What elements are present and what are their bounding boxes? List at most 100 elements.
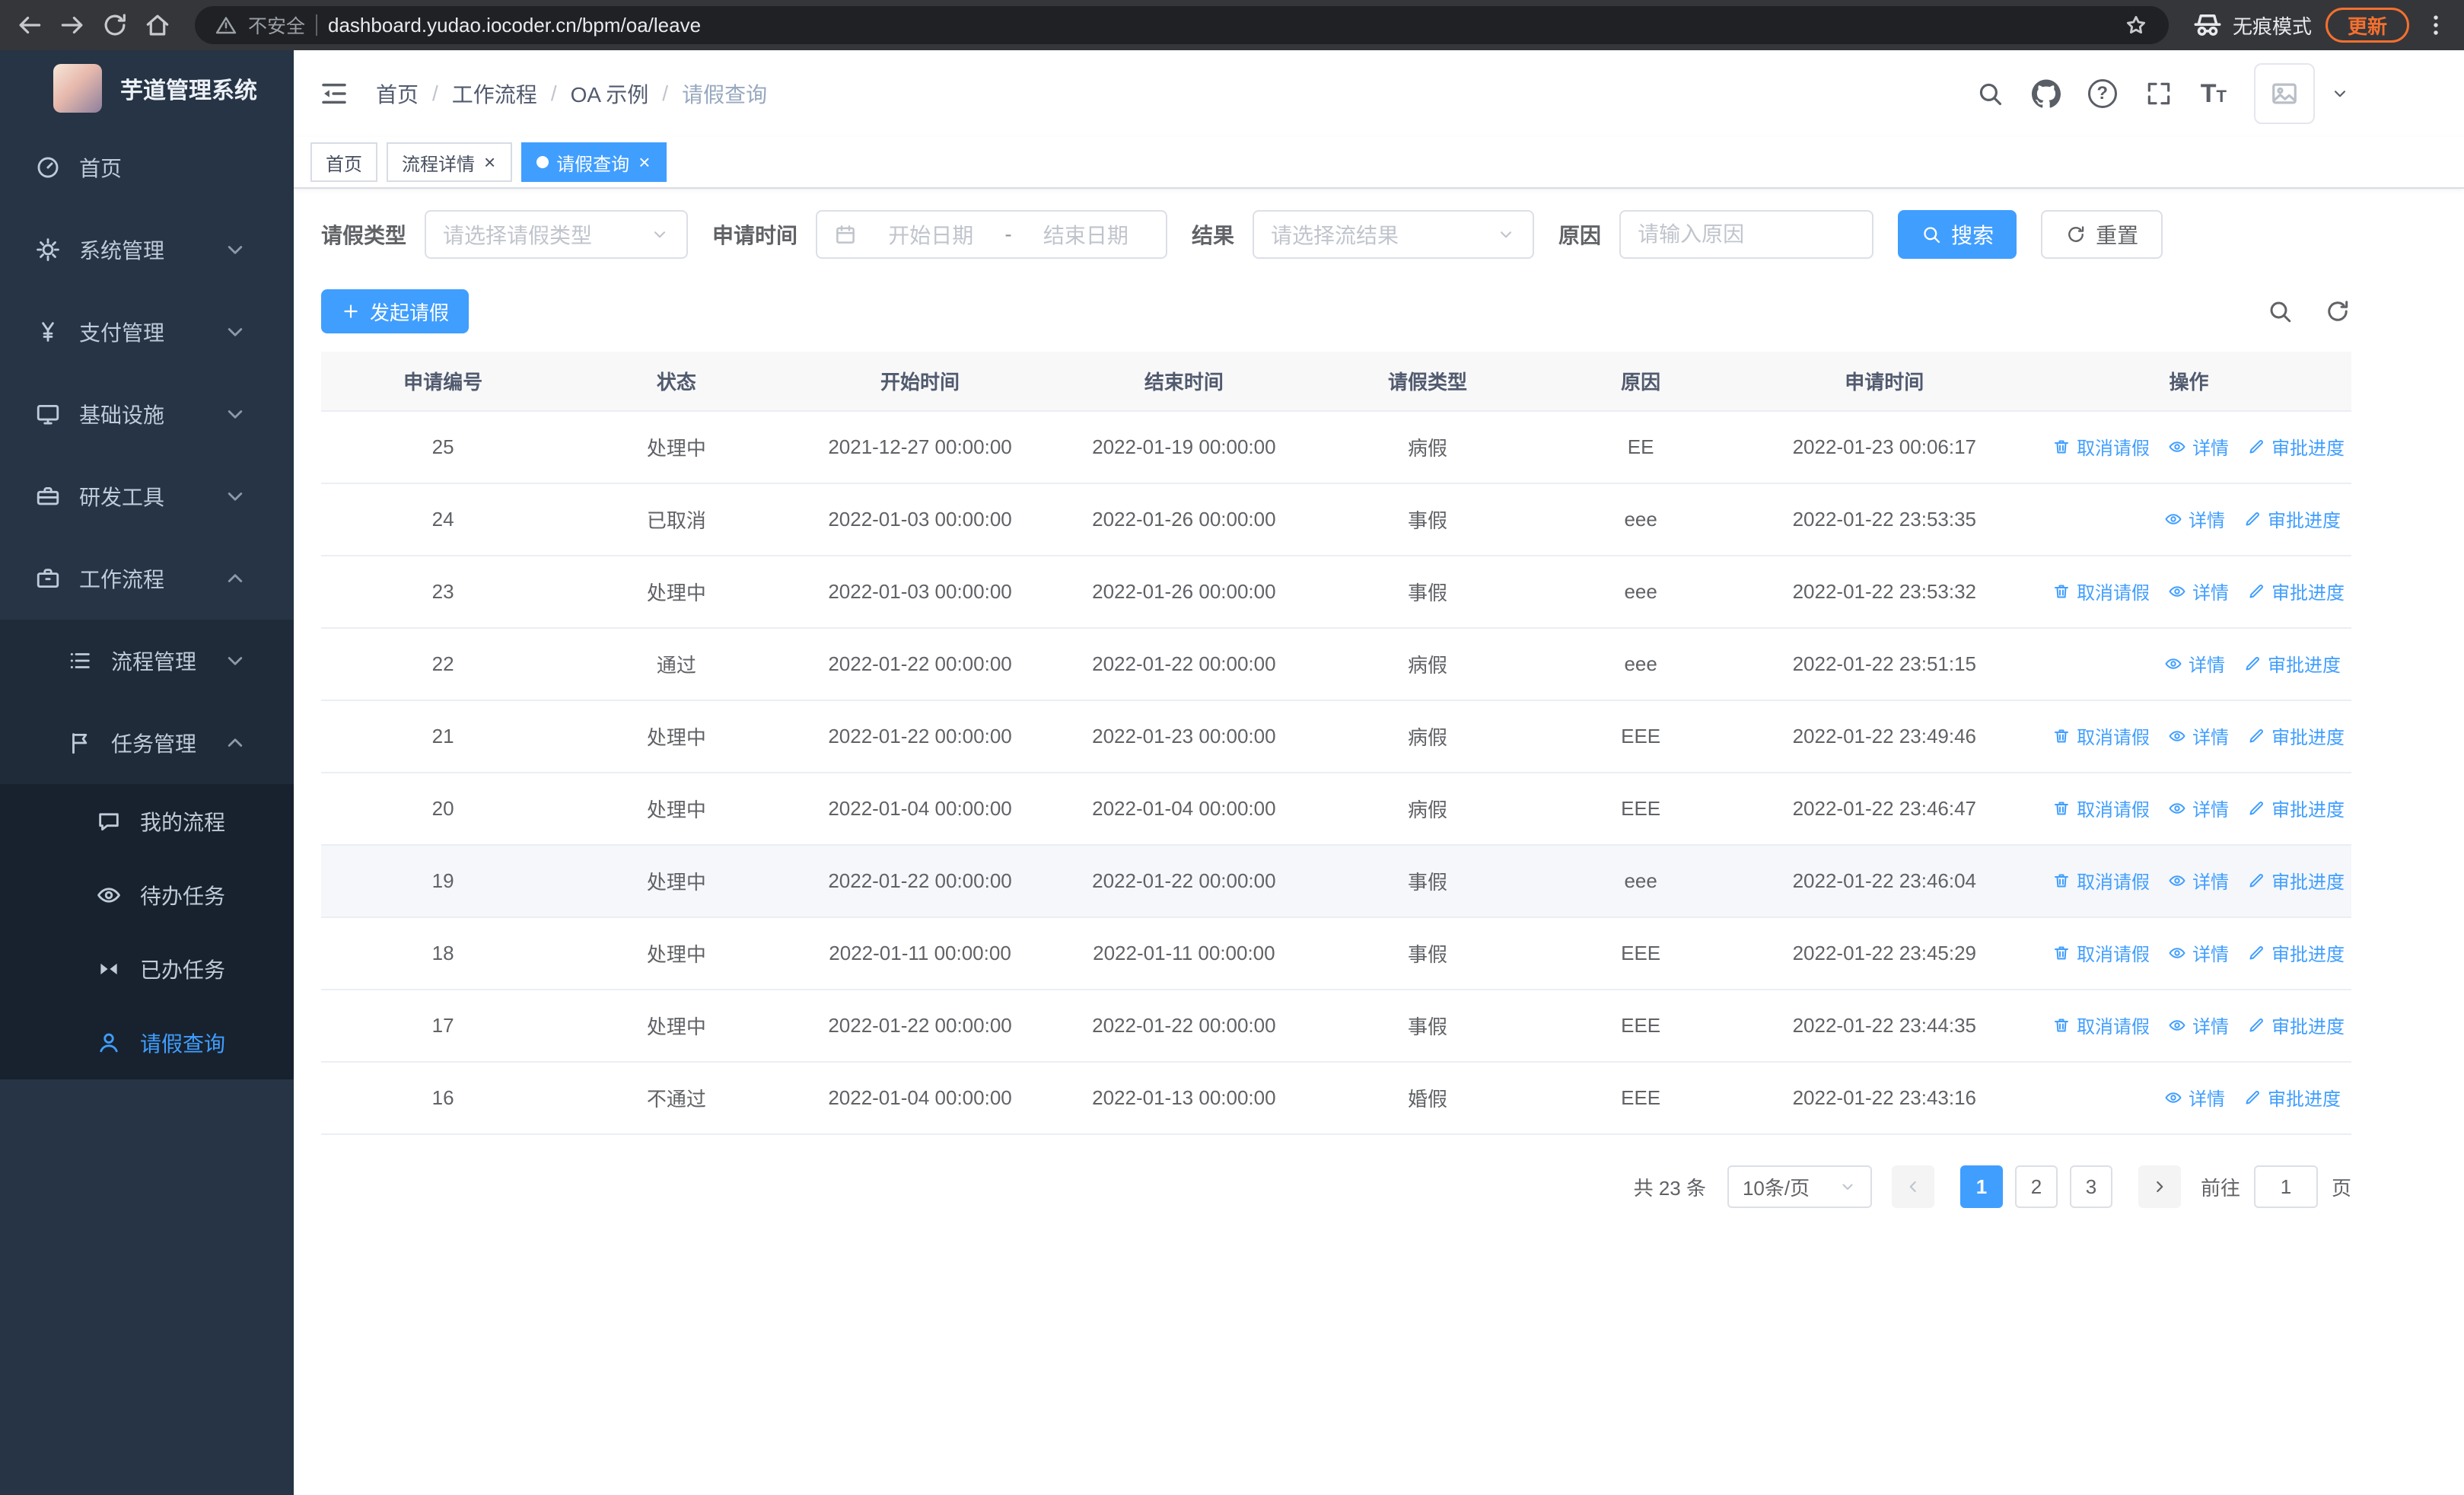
cancel-leave-link[interactable]: 取消请假 [2052,578,2150,604]
create-leave-button[interactable]: 发起请假 [321,289,470,333]
sidebar-item-leave-query[interactable]: 请假查询 [0,1006,294,1079]
eye-icon [2168,438,2186,456]
detail-link[interactable]: 详情 [2168,939,2229,966]
leave-type-select[interactable]: 请选择请假类型 [425,210,689,259]
breadcrumb-item-1[interactable]: 工作流程 [452,78,537,109]
result-filter: 结果 请选择流结果 [1192,210,1535,259]
next-page-button[interactable] [2138,1165,2181,1208]
detail-link[interactable]: 详情 [2168,1012,2229,1038]
detail-link[interactable]: 详情 [2168,433,2229,460]
reset-button[interactable]: 重置 [2041,210,2163,259]
user-menu-caret-icon[interactable] [2330,84,2350,104]
search-button[interactable]: 搜索 [1898,210,2017,259]
header-search-icon[interactable] [1975,79,2004,108]
cancel-leave-link[interactable]: 取消请假 [2052,939,2150,966]
result-select[interactable]: 请选择流结果 [1253,210,1535,259]
goto-page-input[interactable] [2253,1165,2318,1208]
sidebar-item-my-processes[interactable]: 我的流程 [0,784,294,858]
font-size-icon[interactable]: TT [2201,79,2227,109]
approval-progress-link[interactable]: 审批进度 [2243,1084,2341,1111]
approval-progress-link[interactable]: 审批进度 [2247,578,2345,604]
page-button-3[interactable]: 3 [2069,1165,2112,1208]
table-row-16[interactable]: 16 不通过 2022-01-04 00:00:00 2022-01-13 00:00… [321,1062,2351,1135]
sidebar-item-task-management[interactable]: 任务管理 [0,702,294,784]
toggle-search-icon[interactable] [2266,298,2294,325]
tab-leave-query[interactable]: 请假查询 × [521,142,667,182]
approval-progress-link[interactable]: 审批进度 [2247,867,2345,894]
detail-link[interactable]: 详情 [2168,867,2229,894]
sidebar-item-workflow[interactable]: 工作流程 [0,537,294,620]
address-bar[interactable]: 不安全 dashboard.yudao.iocoder.cn/bpm/oa/le… [195,6,2169,44]
breadcrumb-item-2[interactable]: OA 示例 [571,78,649,109]
bookmark-star-icon[interactable] [2123,12,2149,38]
approval-progress-link[interactable]: 审批进度 [2243,505,2341,532]
page-button-2[interactable]: 2 [2014,1165,2058,1208]
fullscreen-icon[interactable] [2144,79,2173,108]
reason-input[interactable] [1619,210,1874,259]
detail-link[interactable]: 详情 [2164,650,2225,677]
browser-update-button[interactable]: 更新 [2325,8,2409,43]
detail-link[interactable]: 详情 [2168,722,2229,749]
detail-link[interactable]: 详情 [2164,505,2225,532]
tab-process-detail[interactable]: 流程详情 × [387,142,513,182]
table-row-20[interactable]: 20 处理中 2022-01-04 00:00:00 2022-01-04 00:00… [321,773,2351,846]
table-row-25[interactable]: 25 处理中 2021-12-27 00:00:00 2022-01-19 00:00… [321,411,2351,484]
detail-link[interactable]: 详情 [2164,1084,2225,1111]
column-header-6: 申请时间 [1742,352,2027,412]
chevron-down-icon [222,319,248,345]
approval-progress-link[interactable]: 审批进度 [2247,795,2345,821]
sidebar-item-done-tasks[interactable]: 已办任务 [0,932,294,1006]
sidebar-item-home[interactable]: 首页 [0,126,294,209]
approval-progress-link[interactable]: 审批进度 [2247,433,2345,460]
browser-home-icon[interactable] [143,11,172,40]
tab-close-icon[interactable]: × [637,152,651,172]
detail-link[interactable]: 详情 [2168,578,2229,604]
table-row-24[interactable]: 24 已取消 2022-01-03 00:00:00 2022-01-26 00:00… [321,483,2351,556]
approval-progress-link[interactable]: 审批进度 [2247,939,2345,966]
breadcrumb-item-0[interactable]: 首页 [376,78,419,109]
dashboard-icon [35,155,61,180]
sidebar-toggle-icon[interactable] [318,78,350,110]
help-icon[interactable]: ? [2087,79,2117,108]
sidebar-item-process-management[interactable]: 流程管理 [0,620,294,702]
browser-reload-icon[interactable] [100,11,129,40]
table-row-22[interactable]: 22 通过 2022-01-22 00:00:00 2022-01-22 00:00:… [321,628,2351,701]
sidebar-item-infrastructure[interactable]: 基础设施 [0,373,294,455]
approval-progress-link[interactable]: 审批进度 [2247,722,2345,749]
refresh-table-icon[interactable] [2324,298,2351,325]
filter-form: 请假类型 请选择请假类型 申请时间 开始日期 - 结束日期 结果 请选择流结果 … [321,210,2351,259]
browser-menu-icon[interactable] [2423,12,2449,38]
sidebar-item-todo-tasks[interactable]: 待办任务 [0,858,294,932]
table-row-18[interactable]: 18 处理中 2022-01-11 00:00:00 2022-01-11 00:00… [321,917,2351,990]
page-button-1[interactable]: 1 [1959,1165,2003,1208]
sidebar-item-payment-management[interactable]: 支付管理 [0,291,294,373]
table-row-23[interactable]: 23 处理中 2022-01-03 00:00:00 2022-01-26 00:00… [321,556,2351,629]
github-icon[interactable] [2031,79,2061,108]
url-text[interactable]: dashboard.yudao.iocoder.cn/bpm/oa/leave [328,14,2112,37]
user-avatar[interactable] [2254,63,2315,124]
start-date-placeholder[interactable]: 开始日期 [867,219,994,250]
sidebar-item-system-management[interactable]: 系统管理 [0,209,294,291]
page-size-select[interactable]: 10条/页 [1727,1165,1872,1208]
sidebar-item-dev-tools[interactable]: 研发工具 [0,455,294,537]
apply-time-range-picker[interactable]: 开始日期 - 结束日期 [816,210,1168,259]
approval-progress-link[interactable]: 审批进度 [2247,1012,2345,1038]
browser-back-icon[interactable] [15,11,44,40]
browser-forward-icon[interactable] [58,11,87,40]
app-logo[interactable]: 芋道管理系统 [0,50,294,126]
approval-progress-link[interactable]: 审批进度 [2243,650,2341,677]
security-label[interactable]: 不安全 [248,11,305,39]
cancel-leave-link[interactable]: 取消请假 [2052,433,2150,460]
table-row-21[interactable]: 21 处理中 2022-01-22 00:00:00 2022-01-23 00:00… [321,700,2351,773]
table-row-17[interactable]: 17 处理中 2022-01-22 00:00:00 2022-01-22 00:00… [321,990,2351,1063]
detail-link[interactable]: 详情 [2168,795,2229,821]
cancel-leave-link[interactable]: 取消请假 [2052,795,2150,821]
cancel-leave-link[interactable]: 取消请假 [2052,722,2150,749]
prev-page-button[interactable] [1891,1165,1934,1208]
tab-home[interactable]: 首页 [310,142,377,182]
tab-close-icon[interactable]: × [482,152,497,172]
table-row-19[interactable]: 19 处理中 2022-01-22 00:00:00 2022-01-22 00:00… [321,845,2351,918]
end-date-placeholder[interactable]: 结束日期 [1023,219,1149,250]
cancel-leave-link[interactable]: 取消请假 [2052,1012,2150,1038]
cancel-leave-link[interactable]: 取消请假 [2052,867,2150,894]
